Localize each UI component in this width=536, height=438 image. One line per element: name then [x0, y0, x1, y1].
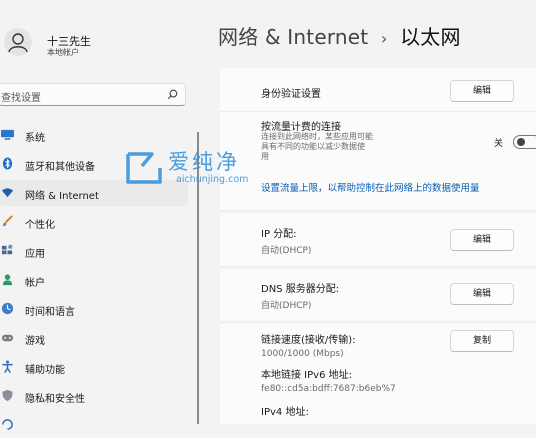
account-type: 本地帐户	[47, 48, 79, 57]
sidebar-item-time-language[interactable]: 时间和语言	[0, 296, 188, 322]
card-ip-assignment: IP 分配: 自动(DHCP) 编辑	[220, 213, 536, 267]
sidebar-item-label: 辅助功能	[25, 365, 65, 376]
monitor-icon	[1, 129, 14, 140]
breadcrumb: 网络 & Internet › 以太网	[218, 21, 461, 50]
sidebar-item-accessibility[interactable]: 辅助功能	[0, 354, 188, 380]
dns-assignment-label: DNS 服务器分配:	[261, 284, 340, 295]
watermark-url: aichunjing.com	[176, 174, 249, 185]
sidebar-item-privacy[interactable]: 隐私和安全性	[0, 383, 188, 409]
sidebar-item-windows-update[interactable]	[0, 412, 188, 438]
sidebar-item-label: 应用	[25, 249, 45, 260]
data-limit-link[interactable]: 设置流量上限，以帮助控制在此网络上的数据使用量	[261, 180, 480, 194]
sidebar-item-label: 网络 & Internet	[25, 191, 99, 202]
dns-assignment-value: 自动(DHCP)	[261, 301, 312, 311]
accessibility-icon	[2, 360, 13, 373]
link-speed-value: 1000/1000 (Mbps)	[261, 349, 344, 359]
search-icon[interactable]	[166, 88, 179, 101]
breadcrumb-separator: ›	[380, 29, 388, 48]
copy-button[interactable]: 复制	[450, 330, 514, 352]
shield-icon	[2, 389, 13, 402]
person-avatar-icon	[8, 33, 28, 53]
toggle-state-label: 关	[494, 139, 504, 149]
search-placeholder: 查找设置	[1, 93, 41, 104]
sidebar-item-apps[interactable]: 应用	[0, 238, 188, 264]
watermark-name: 爱纯净	[168, 150, 240, 174]
ip-assignment-label: IP 分配:	[261, 229, 297, 240]
edit-auth-button[interactable]: 编辑	[450, 80, 514, 102]
globe-clock-icon	[1, 302, 14, 315]
person-icon	[2, 274, 13, 286]
sidebar-item-label: 隐私和安全性	[25, 394, 85, 405]
ipv6-label: 本地链接 IPv6 地址:	[261, 370, 352, 381]
edit-dns-button[interactable]: 编辑	[450, 283, 514, 305]
gamepad-icon	[1, 334, 14, 342]
toggle-knob	[517, 138, 525, 146]
sidebar-item-label: 个性化	[25, 220, 55, 231]
watermark: 爱纯净 aichunjing.com	[122, 148, 252, 190]
sidebar-item-label: 游戏	[25, 336, 45, 347]
wifi-icon	[1, 188, 14, 198]
sidebar-item-gaming[interactable]: 游戏	[0, 325, 188, 351]
sidebar-item-label: 系统	[25, 133, 45, 144]
brush-icon	[2, 215, 13, 227]
metered-description: 具有不同的功能以减少数据使	[261, 142, 365, 151]
card-auth-metered: 身份验证设置 编辑 按流量计费的连接 连接到此网络时，某些应用可能 具有不同的功…	[220, 68, 536, 211]
card-properties: 链接速度(接收/传输): 1000/1000 (Mbps) 本地链接 IPv6 …	[220, 324, 536, 424]
link-speed-label: 链接速度(接收/传输):	[261, 335, 356, 346]
sidebar-item-label: 蓝牙和其他设备	[25, 162, 95, 173]
avatar[interactable]	[4, 28, 32, 56]
sidebar: 十三先生 本地帐户 查找设置 系统 蓝牙和其他设备 网络 & Internet	[0, 0, 198, 430]
card-dns-assignment: DNS 服务器分配: 自动(DHCP) 编辑	[220, 269, 536, 322]
sidebar-item-label: 帐户	[25, 278, 45, 289]
ipv6-value: fe80::cd5a:bdff:7687:b6eb%7	[261, 384, 396, 394]
edit-ip-button[interactable]: 编辑	[450, 229, 514, 251]
sidebar-item-label: 时间和语言	[25, 307, 75, 318]
breadcrumb-parent[interactable]: 网络 & Internet	[218, 25, 368, 49]
page-title: 以太网	[400, 25, 461, 49]
sidebar-item-system[interactable]: 系统	[0, 122, 188, 148]
divider	[220, 111, 536, 112]
metered-toggle[interactable]	[513, 135, 536, 149]
update-icon	[2, 419, 13, 430]
ip-assignment-value: 自动(DHCP)	[261, 246, 312, 256]
watermark-logo-icon	[126, 152, 162, 184]
sidebar-item-personalization[interactable]: 个性化	[0, 209, 188, 235]
apps-icon	[1, 244, 13, 255]
ipv4-label: IPv4 地址:	[261, 407, 309, 418]
auth-settings-label: 身份验证设置	[261, 89, 321, 100]
search-input[interactable]: 查找设置	[0, 83, 186, 106]
metered-description: 用	[261, 152, 269, 161]
sidebar-item-accounts[interactable]: 帐户	[0, 267, 188, 293]
bluetooth-icon	[2, 157, 13, 170]
